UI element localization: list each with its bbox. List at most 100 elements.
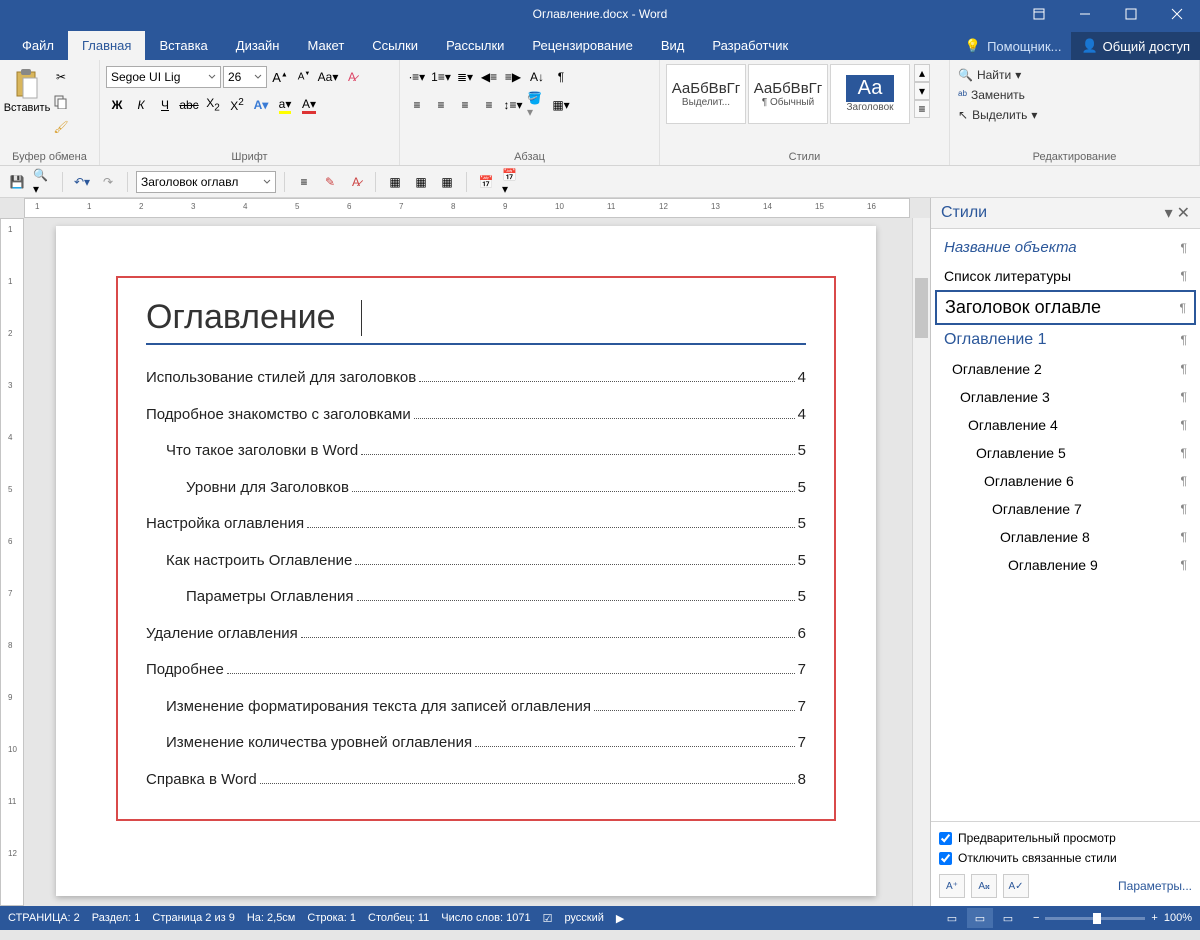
strike-button[interactable]: abc [178, 94, 200, 116]
highlight-button[interactable]: a▾ [274, 94, 296, 116]
scrollbar-thumb[interactable] [915, 278, 928, 338]
zoom-in-button[interactable]: + [1151, 912, 1157, 924]
toc-entry[interactable]: Удаление оглавления6 [146, 623, 806, 646]
toc-entry[interactable]: Изменение форматирования текста для запи… [146, 696, 806, 719]
tab-design[interactable]: Дизайн [222, 31, 294, 60]
underline-button[interactable]: Ч [154, 94, 176, 116]
style-list-item[interactable]: Оглавление 6¶ [935, 467, 1196, 495]
align-right-button[interactable]: ≡ [454, 94, 476, 116]
status-section[interactable]: Раздел: 1 [92, 912, 141, 924]
close-icon[interactable]: ✕ [1177, 203, 1190, 223]
toc-entry[interactable]: Параметры Оглавления5 [146, 586, 806, 609]
line-spacing-button[interactable]: ↕≡▾ [502, 94, 524, 116]
qat-btn-5[interactable]: ▦ [410, 171, 432, 193]
tab-developer[interactable]: Разработчик [698, 31, 802, 60]
minimize-button[interactable] [1062, 0, 1108, 28]
redo-button[interactable]: ↷ [97, 171, 119, 193]
style-list-item[interactable]: Оглавление 3¶ [935, 383, 1196, 411]
styles-expand[interactable]: ≡ [914, 100, 930, 118]
styles-params-link[interactable]: Параметры... [1118, 879, 1192, 893]
status-words[interactable]: Число слов: 1071 [441, 912, 530, 924]
close-button[interactable] [1154, 0, 1200, 28]
sort-button[interactable]: A↓ [526, 66, 548, 88]
align-left-button[interactable]: ≡ [406, 94, 428, 116]
tab-file[interactable]: Файл [8, 31, 68, 60]
shading-button[interactable]: 🪣▾ [526, 94, 548, 116]
horizontal-ruler[interactable]: 112345678910111213141516 [24, 198, 910, 218]
status-page[interactable]: СТРАНИЦА: 2 [8, 912, 80, 924]
status-position[interactable]: На: 2,5см [247, 912, 296, 924]
find-button[interactable]: 🔍Найти▾ [956, 66, 1193, 84]
status-column[interactable]: Столбец: 11 [368, 912, 429, 924]
ribbon-options-icon[interactable] [1016, 0, 1062, 28]
qat-btn-1[interactable]: ≡ [293, 171, 315, 193]
format-painter-button[interactable]: 🖌 [50, 116, 72, 138]
style-list-item[interactable]: Оглавление 9¶ [935, 551, 1196, 579]
toc-entry[interactable]: Изменение количества уровней оглавления7 [146, 732, 806, 755]
italic-button[interactable]: К [130, 94, 152, 116]
preview-checkbox-input[interactable] [939, 832, 952, 845]
toc-entry[interactable]: Настройка оглавления5 [146, 513, 806, 536]
numbering-button[interactable]: 1≡▾ [430, 66, 452, 88]
zoom-out-button[interactable]: − [1033, 912, 1039, 924]
tab-mailings[interactable]: Рассылки [432, 31, 518, 60]
justify-button[interactable]: ≡ [478, 94, 500, 116]
tell-me[interactable]: 💡 Помощник... [955, 38, 1072, 54]
shrink-font-button[interactable]: A▼ [293, 66, 315, 88]
toc-entry[interactable]: Как настроить Оглавление5 [146, 550, 806, 573]
bullets-button[interactable]: ∙≡▾ [406, 66, 428, 88]
preview-button[interactable]: 🔍▾ [32, 171, 54, 193]
superscript-button[interactable]: X2 [226, 94, 248, 116]
pane-options-icon[interactable]: ▾ [1165, 203, 1173, 223]
style-quick-3[interactable]: Аа Заголовок [830, 64, 910, 124]
grow-font-button[interactable]: A▲ [269, 66, 291, 88]
qat-btn-6[interactable]: ▦ [436, 171, 458, 193]
copy-button[interactable] [50, 91, 72, 113]
status-macro[interactable]: ▶ [616, 912, 624, 925]
status-line[interactable]: Строка: 1 [307, 912, 356, 924]
tab-layout[interactable]: Макет [293, 31, 358, 60]
style-quick-1[interactable]: АаБбВвГг Выделит... [666, 64, 746, 124]
preview-checkbox[interactable]: Предварительный просмотр [937, 828, 1194, 848]
qat-btn-4[interactable]: ▦ [384, 171, 406, 193]
status-spell[interactable]: ☑ [543, 912, 553, 925]
paste-button[interactable]: Вставить [6, 64, 48, 163]
document-area[interactable]: 112345678910111213141516 112345678910111… [0, 198, 930, 906]
style-list-item[interactable]: Оглавление 4¶ [935, 411, 1196, 439]
toc-title[interactable]: Оглавление [146, 298, 806, 345]
show-marks-button[interactable]: ¶ [550, 66, 572, 88]
toc-entry[interactable]: Подробное знакомство с заголовками4 [146, 404, 806, 427]
toc-entry[interactable]: Использование стилей для заголовков4 [146, 367, 806, 390]
borders-button[interactable]: ▦▾ [550, 94, 572, 116]
styles-scroll-up[interactable]: ▴ [914, 64, 930, 82]
clear-format-button[interactable]: A̷ [341, 66, 363, 88]
toc-entry[interactable]: Подробнее7 [146, 659, 806, 682]
style-list-item[interactable]: Оглавление 1¶ [935, 325, 1196, 355]
style-list-item[interactable]: Список литературы¶ [935, 262, 1196, 290]
status-language[interactable]: русский [564, 912, 603, 924]
page[interactable]: Оглавление Использование стилей для заго… [56, 226, 876, 896]
style-list-item[interactable]: Название объекта¶ [935, 233, 1196, 262]
maximize-button[interactable] [1108, 0, 1154, 28]
style-inspector-button[interactable]: A𝄪 [971, 874, 997, 898]
tab-home[interactable]: Главная [68, 31, 145, 60]
style-selector[interactable]: Заголовок оглавл [136, 171, 276, 193]
zoom-thumb[interactable] [1093, 913, 1101, 924]
font-size-selector[interactable]: 26 [223, 66, 267, 88]
decrease-indent-button[interactable]: ◀≡ [478, 66, 500, 88]
font-name-selector[interactable]: Segoe UI Lig [106, 66, 221, 88]
replace-button[interactable]: ᵃᵇЗаменить [956, 86, 1193, 104]
bold-button[interactable]: Ж [106, 94, 128, 116]
tab-insert[interactable]: Вставка [145, 31, 221, 60]
toc-entry[interactable]: Уровни для Заголовков5 [146, 477, 806, 500]
save-button[interactable]: 💾 [6, 171, 28, 193]
style-list-item[interactable]: Оглавление 2¶ [935, 355, 1196, 383]
manage-styles-button[interactable]: A✓ [1003, 874, 1029, 898]
qat-btn-2[interactable]: ✎ [319, 171, 341, 193]
zoom-slider[interactable] [1045, 917, 1145, 920]
style-list-item[interactable]: Оглавление 8¶ [935, 523, 1196, 551]
subscript-button[interactable]: X2 [202, 94, 224, 116]
text-effects-button[interactable]: A▾ [250, 94, 272, 116]
styles-list[interactable]: Название объекта¶Список литературы¶Загол… [931, 229, 1200, 821]
status-pages[interactable]: Страница 2 из 9 [152, 912, 234, 924]
